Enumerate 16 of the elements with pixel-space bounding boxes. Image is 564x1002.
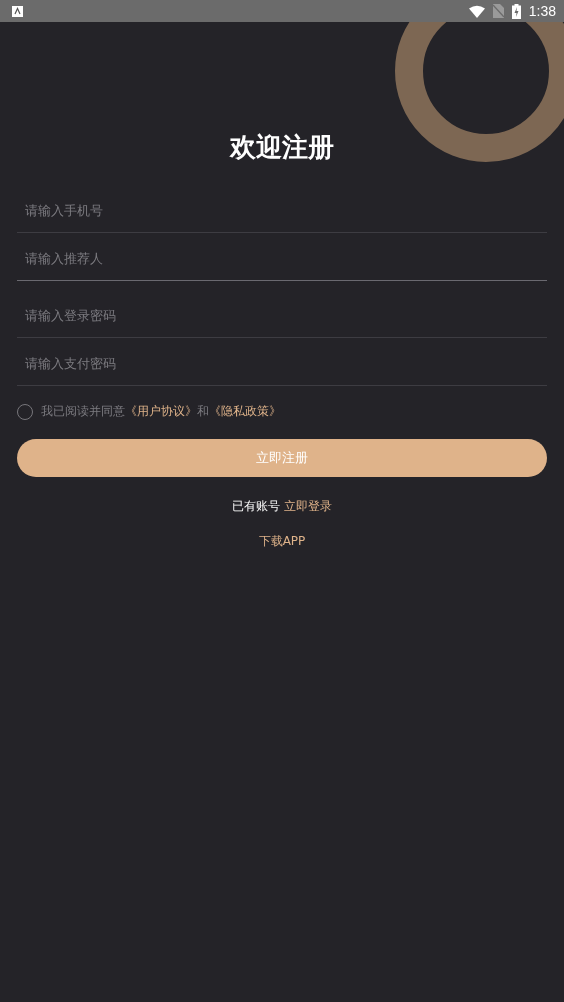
notification-icon bbox=[12, 5, 23, 17]
input-field[interactable]: 请输入推荐人 bbox=[17, 233, 547, 281]
input-field[interactable]: 请输入支付密码 bbox=[17, 338, 547, 386]
download-app-link[interactable]: 下载APP bbox=[258, 533, 306, 550]
clock-time: 1:38 bbox=[528, 3, 556, 19]
privacy-policy-link[interactable]: 《隐私政策》 bbox=[209, 404, 281, 418]
battery-charging-icon bbox=[511, 3, 521, 19]
agreement-text: 我已阅读并同意《用户协议》和《隐私政策》 bbox=[41, 403, 281, 420]
no-sim-icon bbox=[492, 4, 504, 18]
input-field[interactable]: 请输入手机号 bbox=[17, 185, 547, 233]
login-link[interactable]: 立即登录 bbox=[284, 498, 332, 515]
wifi-icon bbox=[468, 4, 485, 18]
login-prompt: 已有账号 bbox=[232, 498, 280, 515]
input-field[interactable]: 请输入登录密码 bbox=[17, 290, 547, 338]
page-title: 欢迎注册 bbox=[230, 131, 334, 164]
user-agreement-link[interactable]: 《用户协议》 bbox=[125, 404, 197, 418]
